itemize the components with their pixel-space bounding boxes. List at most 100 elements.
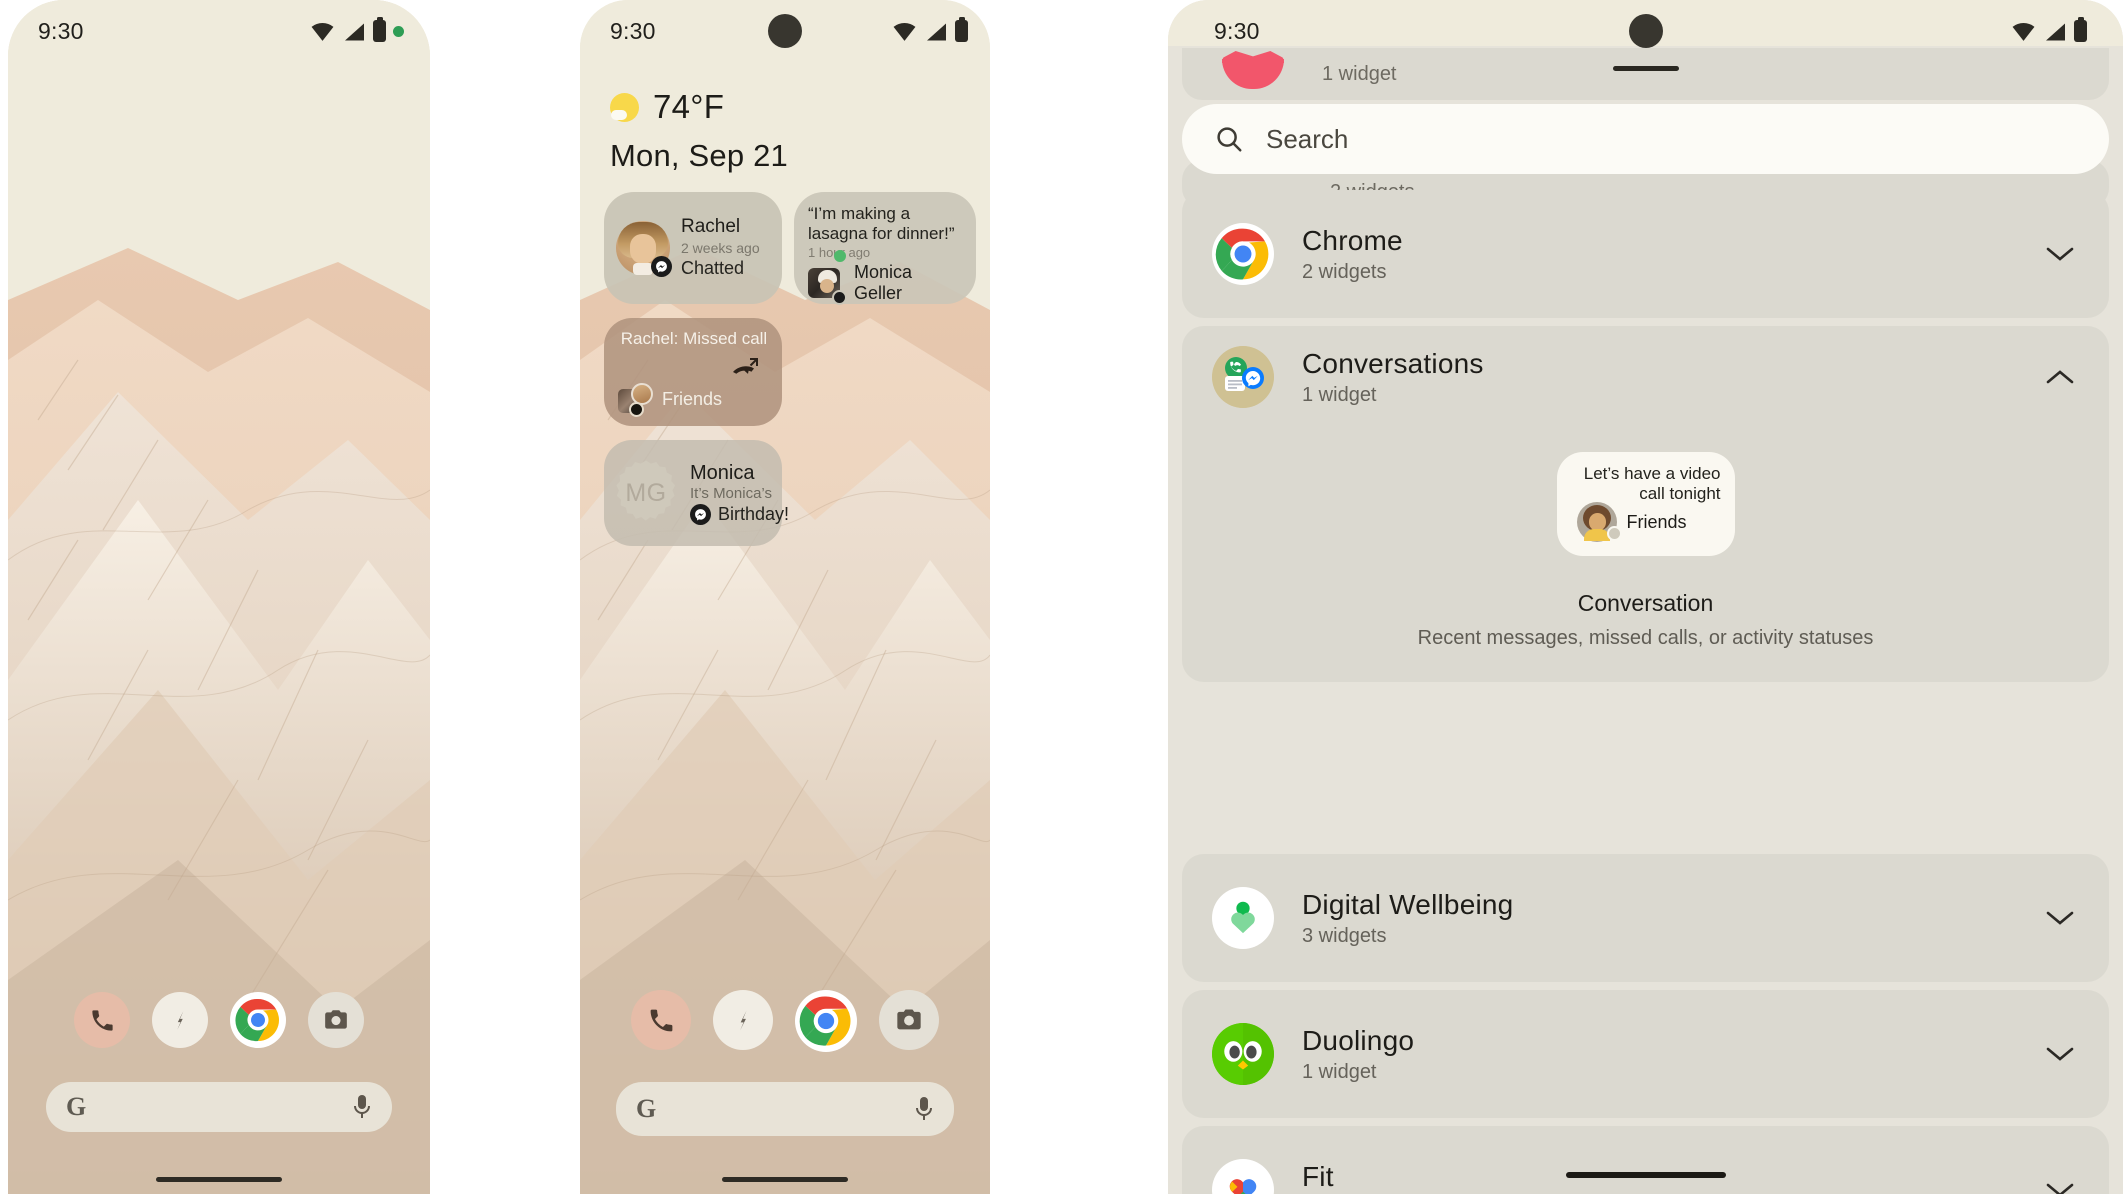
privacy-indicator-dot bbox=[393, 25, 404, 37]
contact-name: Monica bbox=[690, 462, 755, 485]
dock-phone-app[interactable] bbox=[631, 990, 691, 1050]
phone-3-widget-picker: 9:30 1 widget 2 widgets bbox=[1168, 0, 2123, 1194]
preview-message: Let’s have a video call tonight bbox=[1583, 464, 1721, 504]
app-name: Duolingo bbox=[1302, 1024, 1415, 1056]
lips-icon bbox=[1222, 59, 1284, 89]
conversation-widgets-grid: Rachel 2 weeks ago Chatted “I’m making a… bbox=[604, 192, 976, 546]
missed-call-icon bbox=[733, 358, 758, 374]
google-search-bar[interactable]: G bbox=[46, 1082, 392, 1132]
gutter-2-3 bbox=[990, 0, 1168, 1194]
widget-monica-lasagna[interactable]: “I’m making a lasagna for dinner!” 1 hou… bbox=[794, 192, 976, 306]
weather-temperature: 74°F bbox=[653, 88, 725, 125]
phone-2-home-screen-widgets: 9:30 74°F Mon, Sep 21 Rachel 2 weeks ago… bbox=[580, 0, 990, 1194]
picker-row-fit[interactable]: Fit 5 widgets bbox=[1182, 1126, 2109, 1194]
wifi-icon bbox=[311, 22, 334, 41]
status-time: 9:30 bbox=[38, 17, 84, 44]
microphone-icon[interactable] bbox=[352, 1093, 372, 1121]
avatar bbox=[1576, 502, 1622, 542]
cellular-signal-icon bbox=[2046, 23, 2065, 40]
picker-row-digital-wellbeing[interactable]: Digital Wellbeing 3 widgets bbox=[1182, 854, 2109, 982]
battery-icon bbox=[955, 16, 968, 42]
phone-icon bbox=[91, 1009, 113, 1031]
status-bar: 9:30 bbox=[1168, 0, 2123, 62]
phone-1-home-screen: 9:30 G bbox=[8, 0, 430, 1194]
google-g-logo: G bbox=[66, 1092, 87, 1121]
battery-icon bbox=[373, 16, 386, 42]
dock-camera-app[interactable] bbox=[308, 992, 364, 1048]
gutter-left bbox=[0, 0, 8, 1194]
widget-count: 1 widget bbox=[1302, 383, 1377, 406]
navigation-pill[interactable] bbox=[722, 1177, 848, 1182]
widget-rachel-missed-call[interactable]: Rachel: Missed call Friends bbox=[604, 318, 782, 426]
fit-icon bbox=[1212, 1159, 1274, 1194]
google-search-bar[interactable]: G bbox=[616, 1082, 954, 1136]
dock-camera-app[interactable] bbox=[879, 990, 939, 1050]
dock-phone-app[interactable] bbox=[74, 992, 130, 1048]
message-quote: “I’m making a lasagna for dinner!” bbox=[808, 204, 955, 244]
picker-row-duolingo[interactable]: Duolingo 1 widget bbox=[1182, 990, 2109, 1118]
group-name: Friends bbox=[662, 388, 723, 409]
weather-widget[interactable]: 74°F bbox=[610, 88, 724, 126]
widget-preview-conversation[interactable]: Let’s have a video call tonight Friends bbox=[1556, 452, 1735, 556]
chevron-down-icon[interactable] bbox=[2045, 1181, 2075, 1194]
gutter-1-2 bbox=[430, 0, 580, 1194]
chevron-down-icon[interactable] bbox=[2045, 909, 2075, 927]
presence-online-dot bbox=[834, 250, 846, 263]
dock-messages-app[interactable] bbox=[152, 992, 208, 1048]
navigation-pill[interactable] bbox=[1565, 1172, 1726, 1178]
status-time: 9:30 bbox=[1214, 17, 1260, 44]
picker-row-conversations-header[interactable]: Conversations 1 widget bbox=[1182, 326, 2109, 408]
duolingo-icon bbox=[1212, 1023, 1274, 1085]
missed-call-title: Rachel: Missed call bbox=[620, 329, 768, 348]
dock-chrome-app[interactable] bbox=[795, 990, 857, 1052]
app-name: Fit bbox=[1302, 1160, 1334, 1192]
picker-row-conversations-expanded: Conversations 1 widget Let’s have a vide… bbox=[1182, 326, 2109, 682]
widget-count: 3 widgets bbox=[1302, 924, 1387, 947]
chevron-down-icon[interactable] bbox=[2045, 1045, 2075, 1063]
dock-chrome-app[interactable] bbox=[230, 992, 286, 1048]
widget-count: 1 widget bbox=[1302, 1060, 1377, 1083]
dock-messages-app[interactable] bbox=[713, 990, 773, 1050]
group-name: Friends bbox=[1626, 511, 1687, 532]
activity-status: Chatted bbox=[681, 258, 745, 279]
widget-title: Conversation bbox=[1577, 590, 1714, 616]
navigation-pill[interactable] bbox=[156, 1177, 282, 1182]
sheet-drag-handle[interactable] bbox=[1612, 66, 1679, 71]
status-bar: 9:30 bbox=[580, 0, 990, 62]
group-avatar bbox=[618, 383, 653, 417]
status-bar: 9:30 bbox=[8, 0, 430, 62]
chrome-icon bbox=[799, 994, 853, 1048]
app-name: Conversations bbox=[1302, 347, 1484, 379]
microphone-icon[interactable] bbox=[914, 1095, 934, 1123]
widget-count: 2 widgets bbox=[1302, 260, 1387, 283]
chrome-icon bbox=[1212, 223, 1274, 285]
widget-search-field[interactable]: Search bbox=[1182, 104, 2109, 174]
cellular-signal-icon bbox=[345, 23, 364, 40]
timestamp: 2 weeks ago bbox=[681, 240, 760, 257]
contact-name: Rachel bbox=[681, 216, 741, 238]
cellular-signal-icon bbox=[927, 23, 946, 40]
phone-icon bbox=[650, 1009, 672, 1031]
search-placeholder: Search bbox=[1266, 123, 1349, 154]
search-icon bbox=[1217, 127, 1242, 152]
dock bbox=[580, 990, 990, 1052]
chevron-down-icon[interactable] bbox=[2045, 245, 2075, 263]
dock bbox=[8, 992, 430, 1048]
widget-description: Recent messages, missed calls, or activi… bbox=[1417, 627, 1874, 649]
widget-rachel-chatted[interactable]: Rachel 2 weeks ago Chatted bbox=[604, 192, 782, 304]
camera-punch-hole bbox=[768, 14, 802, 48]
wifi-icon bbox=[893, 22, 916, 41]
avatar-initials: MG bbox=[612, 459, 680, 527]
widget-count: 1 widget bbox=[1322, 62, 1397, 85]
messenger-icon bbox=[651, 256, 672, 277]
widget-monica-birthday[interactable]: MG Monica It’s Monica’s Birthday! bbox=[604, 440, 789, 546]
screenshot-root: 9:30 G 9:30 74°F Mon, Sep 21 Rachel 2 we… bbox=[0, 0, 2123, 1194]
status-time: 9:30 bbox=[610, 17, 656, 44]
picker-row-chrome[interactable]: Chrome 2 widgets bbox=[1182, 190, 2109, 318]
initials-text: MG bbox=[625, 478, 667, 507]
wifi-icon bbox=[2012, 22, 2035, 41]
chevron-up-icon[interactable] bbox=[2045, 368, 2075, 386]
digital-wellbeing-icon bbox=[1212, 887, 1274, 949]
app-name: Chrome bbox=[1302, 224, 1403, 256]
messages-icon bbox=[740, 1010, 747, 1031]
